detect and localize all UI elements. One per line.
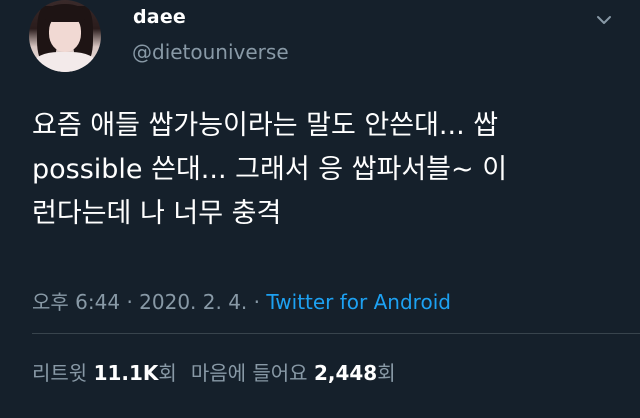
likes-count: 2,448 [313,361,378,385]
meta-separator: · [253,290,261,314]
display-name[interactable]: daee [133,6,186,28]
tweet-date[interactable]: 2020. 2. 4. [139,290,247,314]
retweets-stat[interactable]: 리트윗 11.1K회 [32,361,177,385]
tweet-time[interactable]: 오후 6:44 [32,290,120,314]
avatar[interactable] [29,0,101,72]
likes-label: 마음에 들어요 [190,361,308,385]
retweets-label: 리트윗 [32,361,88,385]
chevron-down-icon[interactable] [594,10,614,30]
meta-separator: · [126,290,133,314]
tweet-source-link[interactable]: Twitter for Android [266,290,451,314]
retweets-unit: 회 [158,361,177,385]
retweets-count: 11.1K [93,361,159,385]
tweet-card: daee @dietouniverse 요즘 애들 쌉가능이라는 말도 안쓴대.… [0,0,640,418]
divider [32,333,640,334]
tweet-text: 요즘 애들 쌉가능이라는 말도 안쓴대... 쌉 possible 쓴대... … [32,110,508,229]
likes-stat[interactable]: 마음에 들어요 2,448회 [191,361,396,385]
likes-unit: 회 [377,361,396,385]
avatar-fringe [45,4,85,22]
tweet-stats: 리트윗 11.1K회 마음에 들어요 2,448회 [32,357,396,386]
avatar-shirt [33,52,97,72]
tweet-meta: 오후 6:44 · 2020. 2. 4. · Twitter for Andr… [32,286,451,315]
user-handle[interactable]: @dietouniverse [132,40,289,64]
